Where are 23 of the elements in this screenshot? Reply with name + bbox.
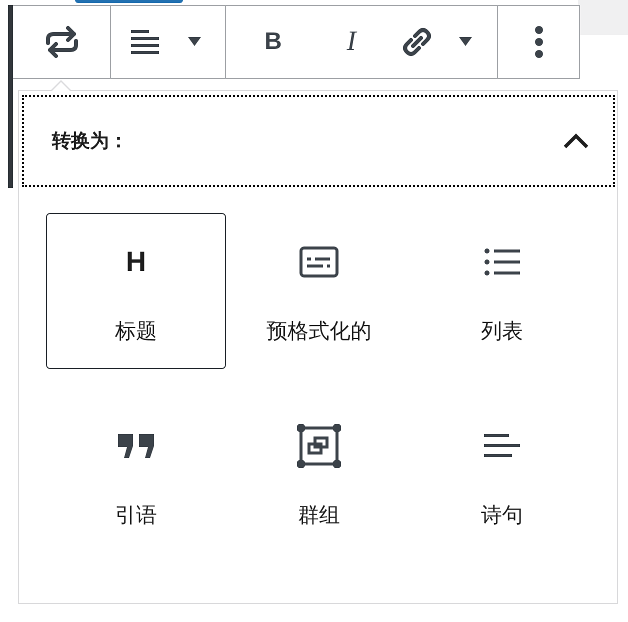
page-background	[578, 0, 628, 35]
link-icon	[402, 27, 432, 57]
chevron-icon	[563, 133, 589, 149]
bold-button[interactable]: B	[243, 18, 304, 66]
block-type-option[interactable]: 诗句	[412, 397, 592, 553]
heading-icon: H	[126, 248, 146, 276]
collapse-button[interactable]	[563, 133, 589, 149]
block-type-option[interactable]: 群组	[229, 397, 409, 553]
popover-title: 转换为：	[52, 129, 128, 154]
caret-icon	[459, 37, 472, 47]
align-left-icon	[131, 28, 159, 56]
block-type-option[interactable]: 预格式化的	[229, 213, 409, 369]
verse-icon	[483, 433, 521, 459]
group-icon	[297, 424, 341, 468]
caret-icon	[188, 37, 200, 47]
italic-button[interactable]: I	[321, 18, 382, 66]
block-type-option[interactable]: H 标题	[46, 213, 226, 369]
block-type-option[interactable]: 列表	[412, 213, 592, 369]
list-icon	[484, 247, 520, 277]
block-type-option[interactable]: 引语	[46, 397, 226, 553]
more-options-icon	[534, 25, 544, 59]
preformatted-icon	[299, 246, 339, 278]
quote-icon	[117, 433, 155, 459]
